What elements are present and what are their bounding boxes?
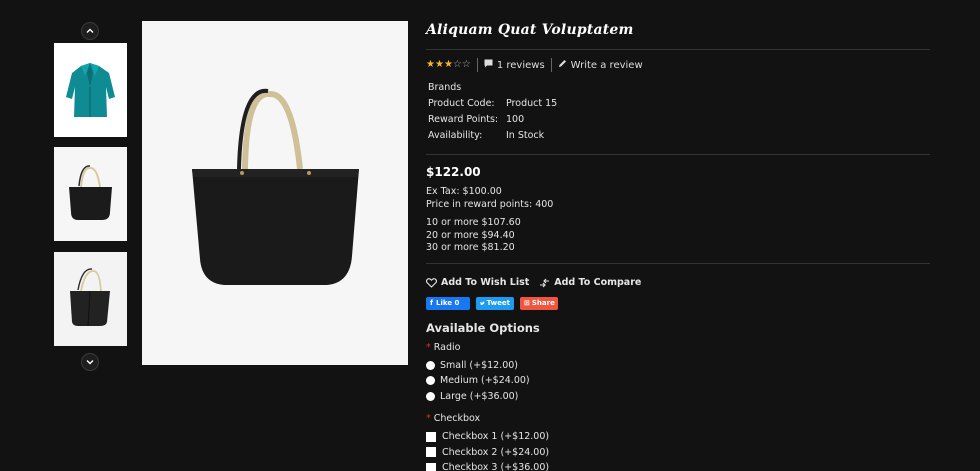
divider xyxy=(426,49,930,50)
option-label: Small (+$12.00) xyxy=(440,359,519,371)
checkbox-group: Checkbox 1 (+$12.00) Checkbox 2 (+$24.00… xyxy=(426,429,930,471)
spec-key: Product Code: xyxy=(428,98,495,109)
option-label: Checkbox 3 (+$36.00) xyxy=(442,462,550,471)
separator xyxy=(550,57,552,72)
star-filled-icon: ★ xyxy=(426,58,435,70)
available-options-heading: Available Options xyxy=(426,320,540,335)
write-review-link[interactable]: Write a review xyxy=(558,59,643,71)
option-label: Medium (+$24.00) xyxy=(440,375,530,387)
reviews-label: 1 reviews xyxy=(496,59,545,71)
checkbox-option-3[interactable]: Checkbox 3 (+$36.00) xyxy=(426,460,930,471)
social-buttons: f Like 0 Tweet ⊞ Share xyxy=(426,296,930,310)
divider xyxy=(426,154,930,155)
black-tote-side-image xyxy=(70,268,110,327)
star-rating: ★ ★ ★ ☆ ☆ xyxy=(426,58,471,70)
star-filled-icon: ★ xyxy=(443,58,453,70)
spec-value: 100 xyxy=(506,114,525,125)
option-label: Checkbox 1 (+$12.00) xyxy=(442,431,550,443)
radio-button[interactable] xyxy=(426,391,435,401)
heart-icon xyxy=(426,277,437,288)
compare-label: Add To Compare xyxy=(554,277,642,288)
checkbox-option-1[interactable]: Checkbox 1 (+$12.00) xyxy=(426,429,930,445)
scroll-down-button[interactable] xyxy=(81,353,99,371)
product-price: $122.00 xyxy=(426,165,481,179)
radio-label-text: Radio xyxy=(433,341,461,353)
write-review-label: Write a review xyxy=(570,59,643,71)
discount-item: 30 or more $81.20 xyxy=(426,242,515,253)
wishlist-label: Add To Wish List xyxy=(441,277,530,288)
option-label: Large (+$36.00) xyxy=(440,390,519,402)
product-specs: Brands Product Code: Product 15 Reward P… xyxy=(426,80,930,144)
comment-icon xyxy=(484,59,493,67)
product-actions: Add To Wish List Add To Compare xyxy=(426,276,930,290)
thumbnail-black-tote-side[interactable] xyxy=(54,252,127,346)
reviews-link[interactable]: 1 reviews xyxy=(484,59,545,71)
discount-list: 10 or more $107.60 20 or more $94.40 30 … xyxy=(426,217,930,255)
checkbox[interactable] xyxy=(426,431,436,442)
divider xyxy=(426,262,930,264)
chevron-up-icon xyxy=(86,28,94,33)
main-product-image[interactable] xyxy=(142,21,408,365)
checkbox[interactable] xyxy=(426,462,436,471)
like-label: Like 0 xyxy=(436,299,460,307)
ex-tax-price: Ex Tax: $100.00 xyxy=(426,186,502,197)
thumbnail-teal-shirt[interactable] xyxy=(54,43,127,137)
twitter-bird-icon xyxy=(480,301,485,305)
product-info: Aliquam Quat Voluptatem ★ ★ ★ ☆ ☆ 1 revi… xyxy=(426,22,930,471)
product-title: Aliquam Quat Voluptatem xyxy=(426,22,634,38)
share-label: Share xyxy=(531,299,555,307)
black-tote-image xyxy=(69,165,112,220)
thumbnail-black-tote-front[interactable] xyxy=(54,147,127,241)
chevron-down-icon xyxy=(86,360,94,365)
radio-group: Small (+$12.00) Medium (+$24.00) Large (… xyxy=(426,358,930,405)
black-tote-bag-image xyxy=(192,88,359,285)
spec-value: In Stock xyxy=(506,130,545,141)
rating-row: ★ ★ ★ ☆ ☆ 1 reviews Write a review xyxy=(426,57,930,72)
spec-reward-points: Reward Points: 100 xyxy=(428,112,930,128)
required-marker: * xyxy=(426,341,431,353)
spec-key: Availability: xyxy=(428,130,483,141)
scroll-up-button[interactable] xyxy=(81,22,99,40)
share-button[interactable]: ⊞ Share xyxy=(520,296,558,310)
reward-points-price: Price in reward points: 400 xyxy=(426,198,554,210)
facebook-like-button[interactable]: f Like 0 xyxy=(426,296,470,310)
tweet-label: Tweet xyxy=(486,299,510,307)
spec-key: Brands xyxy=(428,82,462,93)
option-label: Checkbox 2 (+$24.00) xyxy=(442,446,550,458)
add-to-wishlist-button[interactable]: Add To Wish List xyxy=(426,277,529,288)
teal-shirt-image xyxy=(66,63,115,117)
spec-availability: Availability: In Stock xyxy=(428,128,930,144)
radio-button[interactable] xyxy=(426,360,435,370)
required-marker: * xyxy=(426,413,431,424)
checkbox-option-2[interactable]: Checkbox 2 (+$24.00) xyxy=(426,445,930,461)
share-icon: ⊞ xyxy=(524,299,530,307)
spec-brands: Brands xyxy=(428,80,930,96)
spec-value: Product 15 xyxy=(506,98,558,109)
star-empty-icon: ☆ xyxy=(452,58,462,70)
add-to-compare-button[interactable]: Add To Compare xyxy=(539,277,641,288)
radio-option-medium[interactable]: Medium (+$24.00) xyxy=(426,373,930,389)
tweet-button[interactable]: Tweet xyxy=(476,296,514,310)
separator xyxy=(476,57,478,72)
radio-button[interactable] xyxy=(426,376,435,386)
facebook-icon: f xyxy=(430,299,434,307)
star-empty-icon: ☆ xyxy=(461,58,471,70)
spec-product-code: Product Code: Product 15 xyxy=(428,96,930,112)
radio-option-large[interactable]: Large (+$36.00) xyxy=(426,389,930,405)
radio-option-small[interactable]: Small (+$12.00) xyxy=(426,358,930,374)
radio-group-label: * Radio xyxy=(426,342,930,354)
checkbox[interactable] xyxy=(426,447,436,458)
star-filled-icon: ★ xyxy=(434,58,444,70)
checkbox-group-label: * Checkbox xyxy=(426,413,930,425)
checkbox-label-text: Checkbox xyxy=(433,413,481,424)
discount-item: 20 or more $94.40 xyxy=(426,229,515,241)
pencil-icon xyxy=(558,59,566,67)
discount-item: 10 or more $107.60 xyxy=(426,217,521,228)
spec-key: Reward Points: xyxy=(428,114,499,125)
compare-icon xyxy=(540,278,550,287)
